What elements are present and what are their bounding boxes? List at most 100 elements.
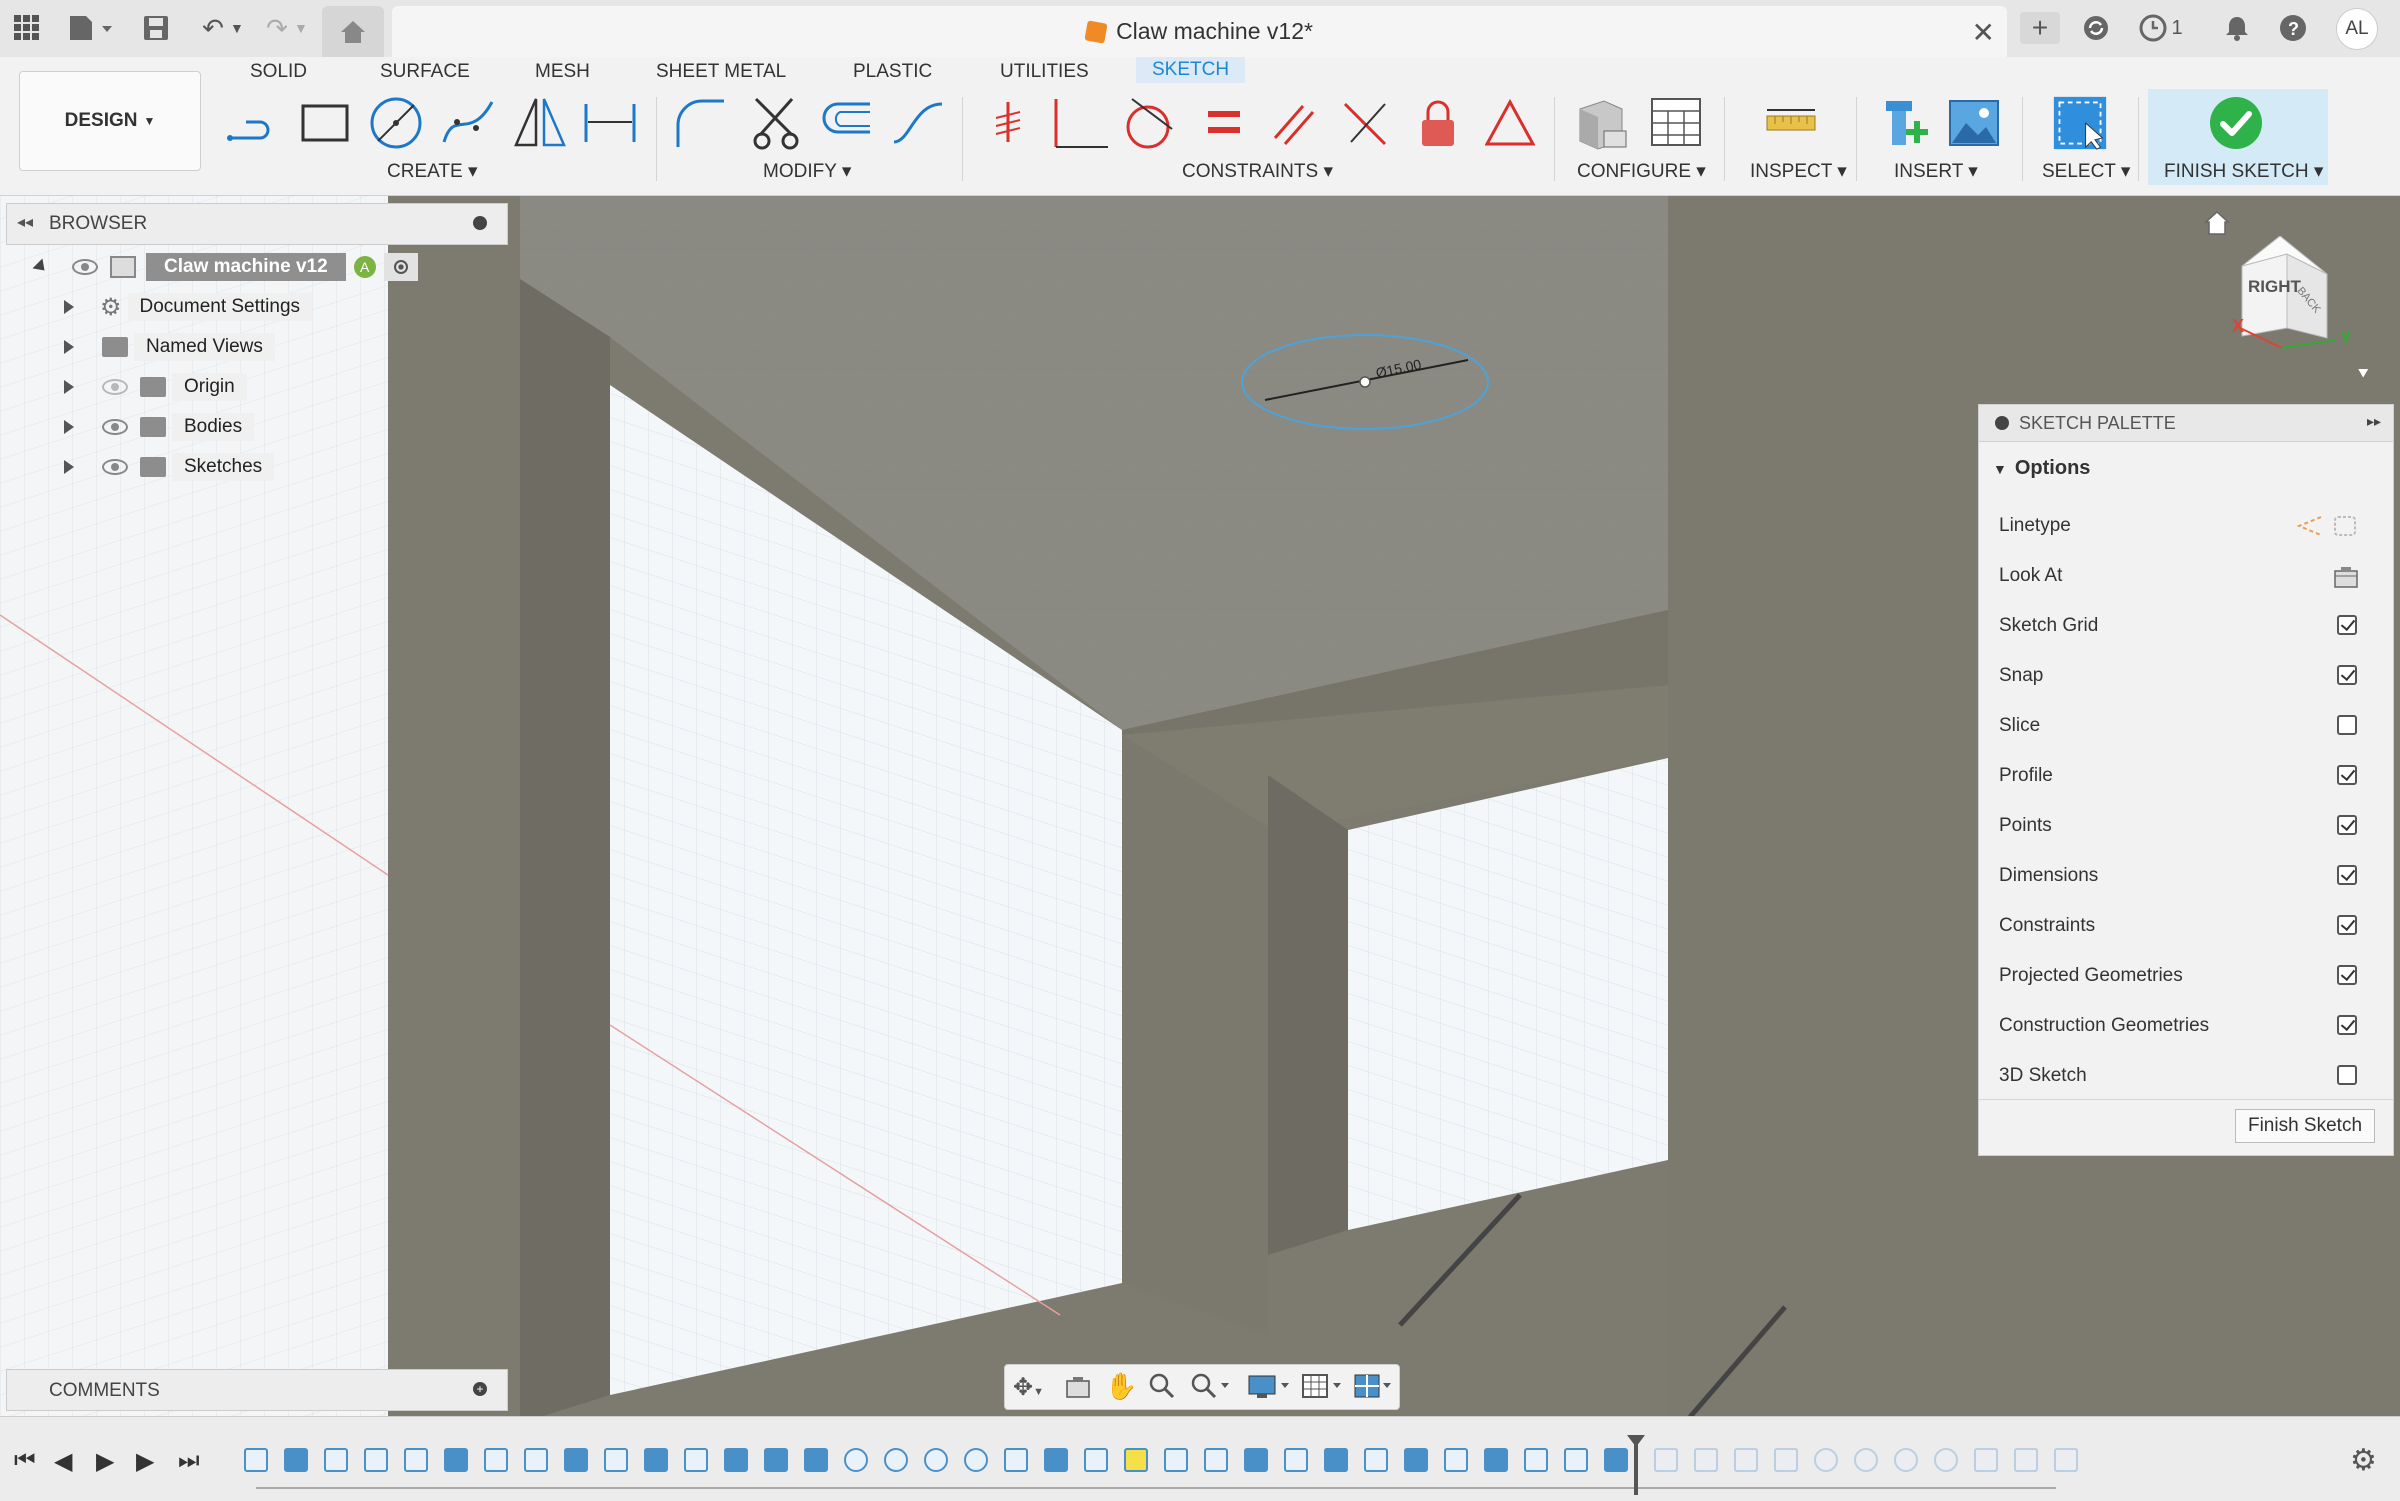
timeline-feature[interactable] <box>644 1448 668 1472</box>
triangle-constraint-icon[interactable] <box>1482 95 1538 151</box>
tangent-constraint-icon[interactable] <box>1122 95 1178 151</box>
perpendicular-constraint-icon[interactable] <box>1052 95 1108 151</box>
timeline-feature-suppressed[interactable] <box>2054 1448 2078 1472</box>
collapse-browser-icon[interactable]: ◂◂ <box>17 212 33 232</box>
tab-surface[interactable]: SURFACE <box>380 61 470 83</box>
browser-item-origin[interactable]: Origin <box>64 370 247 404</box>
notifications-bell-icon[interactable] <box>2220 12 2254 44</box>
comments-panel[interactable]: COMMENTS + <box>6 1369 508 1411</box>
zoom-window-icon[interactable] <box>1191 1373 1231 1404</box>
fix-constraint-icon[interactable] <box>980 95 1036 151</box>
finish-sketch-button[interactable]: FINISH SKETCH ▾ <box>2148 89 2328 185</box>
new-tab-icon[interactable]: + <box>2020 12 2060 44</box>
mirror-tool-icon[interactable] <box>512 95 568 151</box>
app-grid-icon[interactable] <box>12 12 42 44</box>
timeline-feature[interactable] <box>1084 1448 1108 1472</box>
tab-mesh[interactable]: MESH <box>535 61 590 83</box>
timeline-next-icon[interactable]: ▶ <box>136 1447 154 1476</box>
construction-linetype-icon[interactable] <box>2296 515 2323 537</box>
timeline-feature[interactable] <box>564 1448 588 1472</box>
zoom-icon[interactable] <box>1149 1373 1175 1404</box>
document-tab[interactable]: Claw machine v12* ✕ <box>392 6 2007 57</box>
timeline-feature[interactable] <box>1204 1448 1228 1472</box>
tab-plastic[interactable]: PLASTIC <box>853 61 932 83</box>
visibility-eye-icon[interactable] <box>102 459 128 475</box>
timeline-feature-suppressed[interactable] <box>1814 1448 1838 1472</box>
insert-canvas-icon[interactable] <box>1946 95 2002 151</box>
select-menu[interactable]: SELECT ▾ <box>2042 160 2130 183</box>
timeline-feature[interactable] <box>1164 1448 1188 1472</box>
viewports-icon[interactable] <box>1353 1373 1397 1404</box>
timeline-feature[interactable] <box>684 1448 708 1472</box>
insert-mcmaster-icon[interactable] <box>1876 95 1932 151</box>
palette-finish-sketch-button[interactable]: Finish Sketch <box>2235 1109 2375 1143</box>
job-status-icon[interactable]: 1 <box>2134 12 2188 44</box>
browser-item-sketches[interactable]: Sketches <box>64 450 275 484</box>
timeline-settings-gear-icon[interactable]: ⚙ <box>2350 1443 2377 1478</box>
viewcube-menu-icon[interactable]: ⯆ <box>2356 364 2370 385</box>
timeline-feature[interactable] <box>524 1448 548 1472</box>
inspect-menu[interactable]: INSPECT ▾ <box>1750 160 1847 183</box>
timeline-feature[interactable] <box>844 1448 868 1472</box>
visibility-eye-icon[interactable] <box>102 419 128 435</box>
palette-expand-icon[interactable]: ▸▸ <box>2367 413 2381 430</box>
timeline-feature[interactable] <box>1604 1448 1628 1472</box>
sync-icon[interactable] <box>2078 12 2114 44</box>
timeline-feature[interactable] <box>1284 1448 1308 1472</box>
insert-menu[interactable]: INSERT ▾ <box>1894 160 1978 183</box>
visibility-eye-icon[interactable] <box>72 259 98 275</box>
expand-icon[interactable] <box>64 420 74 434</box>
dimensions-checkbox[interactable] <box>2337 865 2357 885</box>
timeline-play-icon[interactable]: ▶ <box>96 1447 114 1476</box>
expand-icon[interactable] <box>64 460 74 474</box>
activate-radio-icon[interactable] <box>383 253 418 281</box>
home-tab-icon[interactable] <box>322 6 384 57</box>
timeline-feature[interactable] <box>1564 1448 1588 1472</box>
constraints-checkbox[interactable] <box>2337 915 2357 935</box>
timeline-first-icon[interactable]: ⏮ <box>14 1447 36 1475</box>
orbit-icon[interactable]: ✥▼ <box>1013 1373 1044 1402</box>
timeline-feature-suppressed[interactable] <box>1734 1448 1758 1472</box>
timeline-feature-suppressed[interactable] <box>1774 1448 1798 1472</box>
conic-curve-icon[interactable] <box>890 95 946 151</box>
measure-tool-icon[interactable] <box>1763 95 1819 151</box>
look-at-icon[interactable] <box>2333 565 2359 589</box>
timeline-feature[interactable] <box>1524 1448 1548 1472</box>
tab-sheet-metal[interactable]: SHEET METAL <box>656 61 786 83</box>
timeline-feature[interactable] <box>1324 1448 1348 1472</box>
profile-checkbox[interactable] <box>2337 765 2357 785</box>
expand-icon[interactable] <box>64 300 74 314</box>
slice-checkbox[interactable] <box>2337 715 2357 735</box>
timeline-feature[interactable] <box>484 1448 508 1472</box>
sketch-grid-checkbox[interactable] <box>2337 615 2357 635</box>
add-comment-icon[interactable]: + <box>473 1382 487 1396</box>
timeline-feature[interactable] <box>1244 1448 1268 1472</box>
workspace-design-dropdown[interactable]: DESIGN ▼ <box>19 71 201 171</box>
timeline-feature[interactable] <box>444 1448 468 1472</box>
snap-checkbox[interactable] <box>2337 665 2357 685</box>
fillet-tool-icon[interactable] <box>672 95 728 151</box>
user-avatar[interactable]: AL <box>2336 8 2378 50</box>
look-at-nav-icon[interactable] <box>1065 1375 1091 1404</box>
parallel-constraint-icon[interactable] <box>1266 95 1322 151</box>
constraints-menu[interactable]: CONSTRAINTS ▾ <box>1182 160 1333 183</box>
timeline-feature[interactable] <box>404 1448 428 1472</box>
centerline-linetype-icon[interactable] <box>2333 515 2357 537</box>
redo-icon[interactable]: ↷ ▼ <box>262 12 312 44</box>
timeline-last-icon[interactable]: ⏭ <box>178 1447 200 1475</box>
dimension-tool-icon[interactable] <box>582 95 638 151</box>
timeline-feature[interactable] <box>884 1448 908 1472</box>
expand-icon[interactable] <box>32 258 50 276</box>
line-tool-icon[interactable] <box>226 95 282 151</box>
timeline-feature[interactable] <box>1004 1448 1028 1472</box>
timeline-feature[interactable] <box>764 1448 788 1472</box>
expand-icon[interactable] <box>64 380 74 394</box>
save-icon[interactable] <box>140 12 172 44</box>
timeline-feature[interactable] <box>364 1448 388 1472</box>
close-tab-icon[interactable]: ✕ <box>1972 16 1995 49</box>
browser-item-named-views[interactable]: Named Views <box>64 330 275 364</box>
timeline-feature[interactable] <box>1044 1448 1068 1472</box>
coincident-constraint-icon[interactable] <box>1338 95 1394 151</box>
help-icon[interactable]: ? <box>2276 12 2310 44</box>
palette-collapse-icon[interactable] <box>1995 416 2009 430</box>
